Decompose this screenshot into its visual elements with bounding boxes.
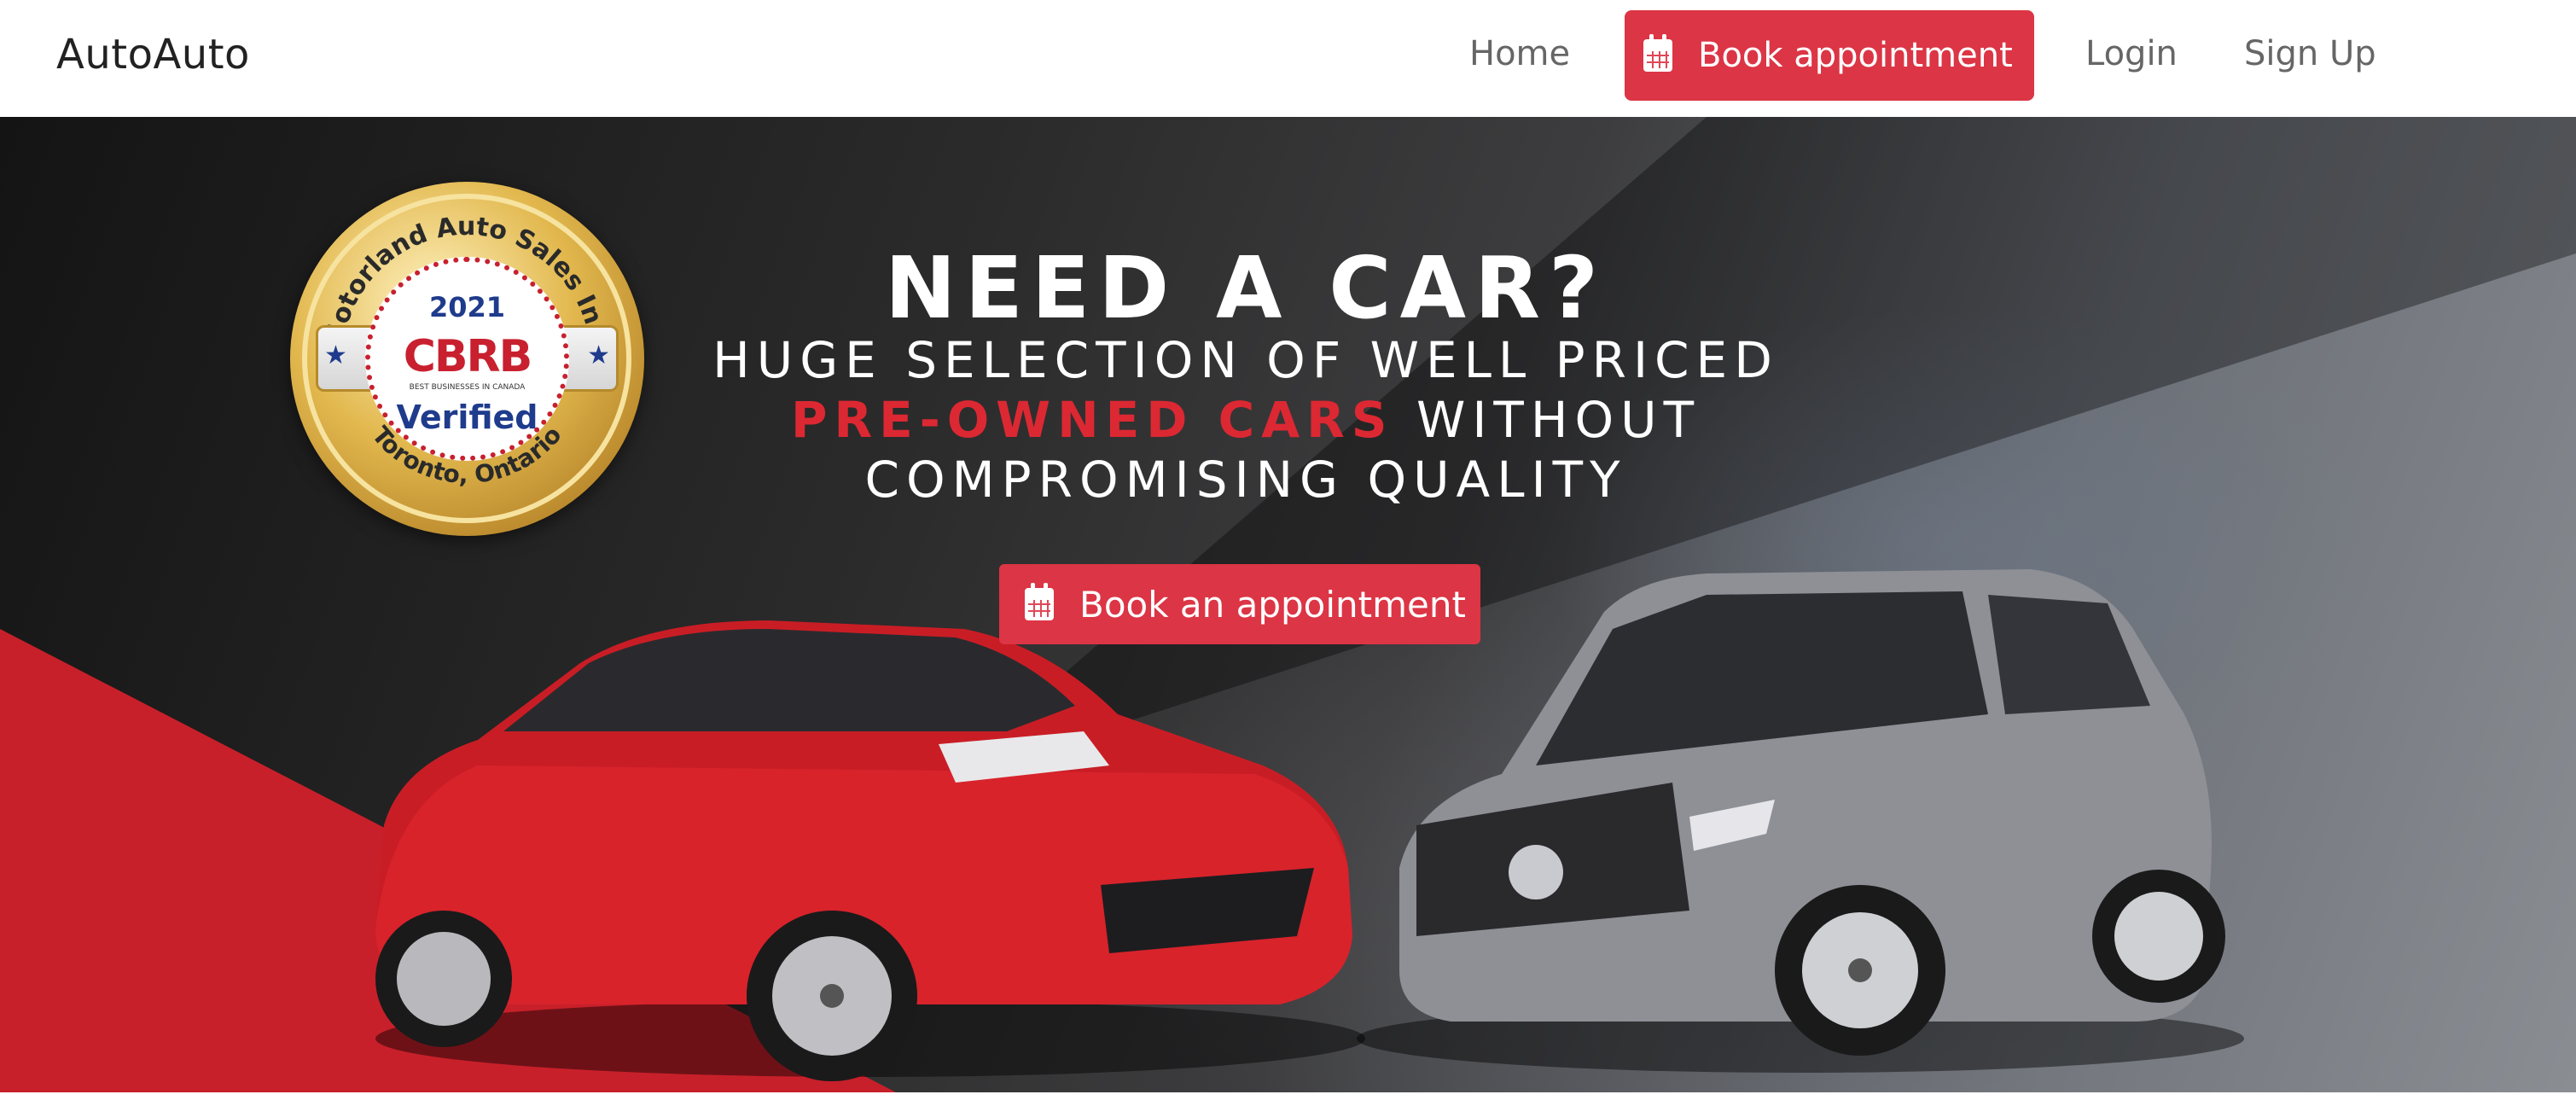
hero-cta-label: Book an appointment bbox=[1079, 583, 1466, 626]
hero-banner: Motorland Auto Sales Inc. Toronto, Ontar… bbox=[0, 117, 2576, 1092]
nav-book-appointment-label: Book appointment bbox=[1698, 36, 2013, 75]
subheadline-highlight: PRE-OWNED CARS bbox=[791, 391, 1394, 449]
top-navbar: AutoAuto Home Book appointment Login Sig… bbox=[0, 0, 2576, 117]
subheadline-line-3: COMPROMISING QUALITY bbox=[864, 451, 1627, 509]
subheadline-line-2: PRE-OWNED CARS WITHOUT bbox=[0, 390, 2492, 450]
brand-logo[interactable]: AutoAuto bbox=[56, 31, 250, 79]
nav-home-link[interactable]: Home bbox=[1469, 34, 1570, 73]
subheadline-line-2-rest: WITHOUT bbox=[1393, 391, 1701, 449]
calendar-icon bbox=[1643, 34, 1672, 72]
page-below-hero bbox=[0, 1092, 2576, 1106]
nav-login-link[interactable]: Login bbox=[2085, 34, 2178, 73]
hero-subheadline: HUGE SELECTION OF WELL PRICED PRE-OWNED … bbox=[0, 330, 2492, 509]
nav-book-appointment-button[interactable]: Book appointment bbox=[1625, 10, 2034, 101]
nav-signup-link[interactable]: Sign Up bbox=[2244, 34, 2376, 73]
hero-headline: NEED A CAR? bbox=[884, 238, 1608, 338]
subheadline-line-1: HUGE SELECTION OF WELL PRICED bbox=[712, 331, 1779, 389]
silver-suv-image bbox=[1357, 569, 2244, 1073]
calendar-icon bbox=[1025, 583, 1054, 620]
hero-book-appointment-button[interactable]: Book an appointment bbox=[999, 564, 1480, 644]
